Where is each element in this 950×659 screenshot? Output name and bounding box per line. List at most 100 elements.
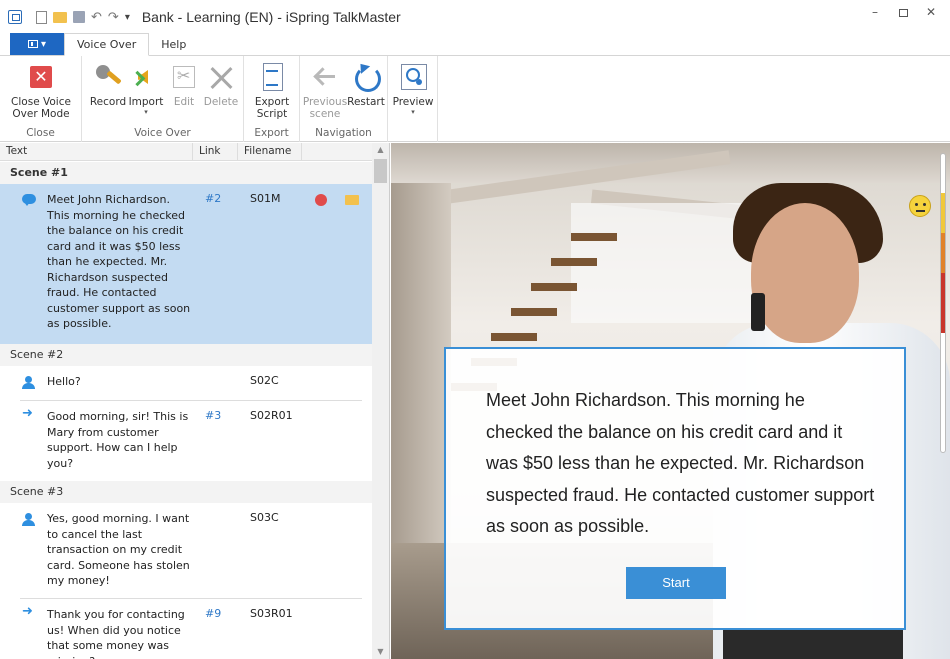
scroll-down-icon[interactable]: ▼ <box>372 645 389 659</box>
previous-scene-label: Previous scene <box>302 96 348 120</box>
script-panel: Text Link Filename Scene #1 Meet John Ri… <box>0 143 390 659</box>
row-text: Good morning, sir! This is Mary from cus… <box>47 410 189 470</box>
row-text: Thank you for contacting us! When did yo… <box>47 608 185 659</box>
emotion-meter <box>939 153 947 453</box>
row-link[interactable]: #9 <box>205 607 221 620</box>
edit-label: Edit <box>173 96 195 108</box>
folder-icon[interactable] <box>345 195 359 205</box>
restart-label: Restart <box>347 96 385 108</box>
row-filename: S02R01 <box>250 409 293 422</box>
import-button[interactable]: Import ▾ <box>126 62 166 116</box>
tab-voice-over[interactable]: Voice Over <box>64 33 150 56</box>
edit-button[interactable]: Edit <box>166 62 202 108</box>
preview-dropdown-icon: ▾ <box>411 108 415 116</box>
row-text: Yes, good morning. I want to cancel the … <box>47 512 190 587</box>
previous-scene-button[interactable]: Previous scene <box>302 62 348 120</box>
person-icon <box>22 376 35 389</box>
import-audio-icon <box>130 62 162 92</box>
neutral-face-icon <box>909 195 931 217</box>
intro-message: Meet John Richardson. This morning he ch… <box>486 390 875 536</box>
preview-magnifier-icon <box>397 62 429 92</box>
table-header: Text Link Filename <box>0 143 372 161</box>
voice-over-group-label: Voice Over <box>134 127 191 139</box>
intro-dialog: Meet John Richardson. This morning he ch… <box>444 347 906 630</box>
restart-icon <box>350 62 382 92</box>
close-group: ✕ Close Voice Over Mode Close <box>0 56 82 142</box>
back-arrow-icon <box>309 62 341 92</box>
new-file-icon[interactable] <box>36 10 47 24</box>
row-link[interactable]: #2 <box>205 192 221 205</box>
open-folder-icon[interactable] <box>53 11 67 23</box>
row-filename: S02C <box>250 374 279 387</box>
phone-icon <box>751 293 765 331</box>
speech-bubble-icon <box>22 194 36 206</box>
record-button[interactable]: Record <box>88 62 128 108</box>
scrollbar-thumb[interactable] <box>374 159 387 183</box>
customize-toolbar-icon[interactable]: ▾ <box>125 12 130 23</box>
window-title: Bank - Learning (EN) - iSpring TalkMaste… <box>141 9 401 25</box>
tab-help[interactable]: Help <box>149 33 198 55</box>
column-actions <box>302 143 372 161</box>
file-menu-icon <box>27 40 38 48</box>
navigation-group-label: Navigation <box>315 127 372 139</box>
table-row[interactable]: Hello? S02C <box>0 366 372 401</box>
import-dropdown-icon: ▾ <box>144 108 148 116</box>
maximize-icon <box>898 9 908 17</box>
reply-arrow-icon: ➜ <box>22 604 33 619</box>
export-group: Export Script Export <box>244 56 300 142</box>
person-icon <box>22 513 35 526</box>
table-row[interactable]: ➜ Good morning, sir! This is Mary from c… <box>0 401 372 481</box>
export-group-label: Export <box>254 127 289 139</box>
file-menu-tab[interactable]: ▾ <box>10 33 64 55</box>
record-label: Record <box>89 96 127 108</box>
reply-arrow-icon: ➜ <box>22 406 33 421</box>
close-window-button[interactable]: ✕ <box>918 4 944 22</box>
table-row[interactable]: Yes, good morning. I want to cancel the … <box>0 503 372 599</box>
scroll-up-icon[interactable]: ▲ <box>372 143 389 157</box>
minimize-button[interactable]: – <box>862 4 888 22</box>
delete-icon <box>205 62 237 92</box>
start-button[interactable]: Start <box>626 567 726 599</box>
restart-button[interactable]: Restart <box>346 62 386 108</box>
app-icon[interactable] <box>8 10 22 24</box>
close-voice-over-mode-button[interactable]: ✕ Close Voice Over Mode <box>8 62 74 120</box>
row-text: Meet John Richardson. This morning he ch… <box>47 193 191 330</box>
quick-access-toolbar: ↶ ↷ ▾ <box>36 10 130 25</box>
ribbon-tabs: ▾ Voice Over Help <box>0 33 950 56</box>
preview-button[interactable]: Preview ▾ <box>392 62 434 116</box>
save-icon[interactable] <box>73 11 85 23</box>
delete-button[interactable]: Delete <box>202 62 240 108</box>
navigation-group: Previous scene Restart Navigation <box>300 56 388 142</box>
row-link[interactable]: #3 <box>205 409 221 422</box>
script-document-icon <box>256 62 288 92</box>
import-label: Import <box>128 96 164 108</box>
table-row[interactable]: ➜ Thank you for contacting us! When did … <box>0 599 372 659</box>
preview-label: Preview <box>392 96 434 108</box>
undo-icon[interactable]: ↶ <box>91 10 102 25</box>
voice-over-group: Record Import ▾ Edit Delete Voice Over <box>82 56 244 142</box>
column-text[interactable]: Text <box>0 143 193 161</box>
export-script-label: Export Script <box>254 96 290 120</box>
redo-icon[interactable]: ↷ <box>108 10 119 25</box>
vertical-scrollbar[interactable]: ▲ ▼ <box>372 143 389 659</box>
scene-header-3[interactable]: Scene #3 <box>0 481 372 503</box>
close-voice-over-mode-label: Close Voice Over Mode <box>11 96 71 120</box>
scene-header-1[interactable]: Scene #1 <box>0 162 372 184</box>
delete-label: Delete <box>203 96 239 108</box>
ribbon: ✕ Close Voice Over Mode Close Record Imp… <box>0 56 950 142</box>
title-bar: ↶ ↷ ▾ Bank - Learning (EN) - iSpring Tal… <box>0 0 950 34</box>
scene-header-2[interactable]: Scene #2 <box>0 344 372 366</box>
close-group-label: Close <box>26 127 55 139</box>
preview-group: Preview ▾ <box>388 56 438 142</box>
window-controls: – ✕ <box>862 4 944 22</box>
column-filename[interactable]: Filename <box>238 143 302 161</box>
row-filename: S01M <box>250 192 281 205</box>
export-script-button[interactable]: Export Script <box>250 62 294 120</box>
record-dot-icon[interactable] <box>315 194 327 206</box>
row-filename: S03C <box>250 511 279 524</box>
table-row[interactable]: Meet John Richardson. This morning he ch… <box>0 184 372 344</box>
edit-audio-icon <box>168 62 200 92</box>
column-link[interactable]: Link <box>193 143 238 161</box>
file-menu-arrow-icon: ▾ <box>40 38 47 50</box>
maximize-button[interactable] <box>890 4 916 22</box>
